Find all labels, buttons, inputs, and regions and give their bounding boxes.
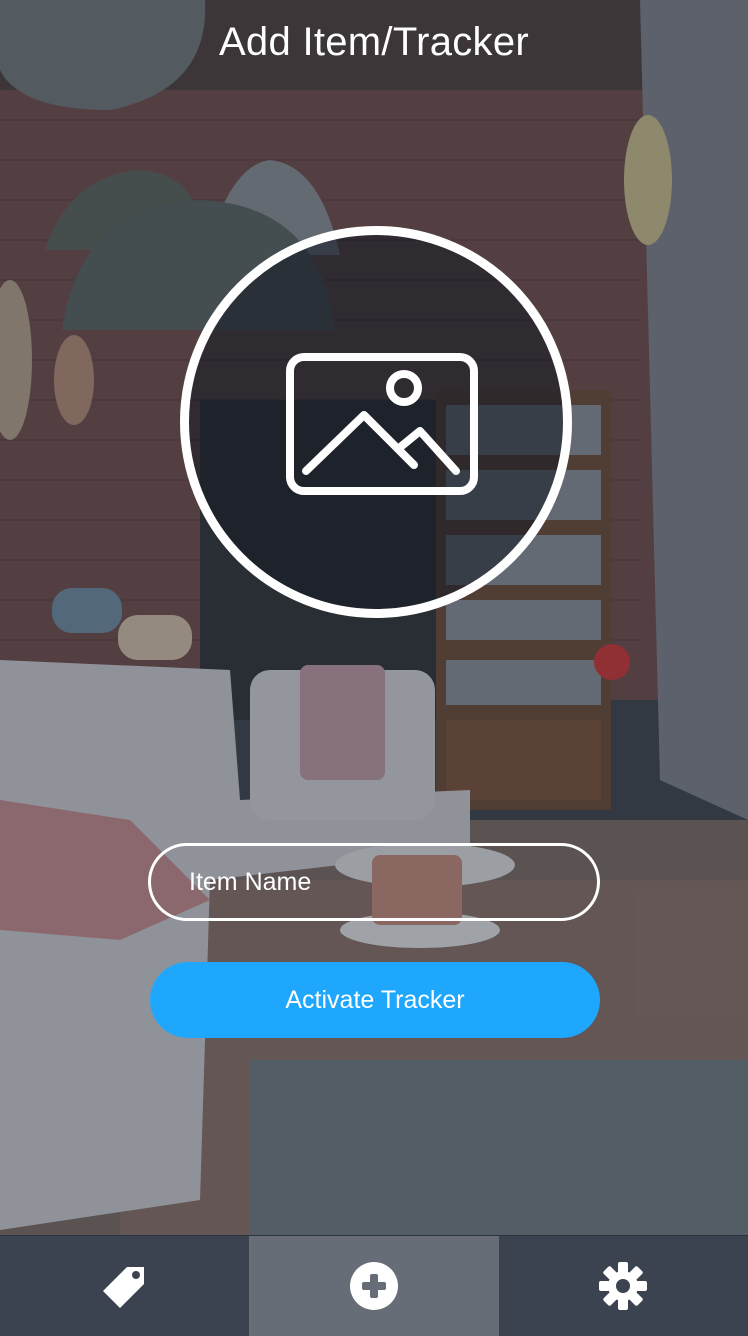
gear-icon xyxy=(599,1262,648,1310)
tab-settings[interactable] xyxy=(499,1236,748,1336)
photo-picker[interactable] xyxy=(180,226,572,618)
bottom-tab-bar xyxy=(0,1235,748,1336)
add-circle-icon xyxy=(349,1262,398,1310)
page-title: Add Item/Tracker xyxy=(218,20,530,64)
tag-icon xyxy=(102,1267,144,1308)
image-icon xyxy=(286,353,478,495)
tab-items[interactable] xyxy=(0,1236,249,1336)
tab-add[interactable] xyxy=(249,1236,499,1336)
activate-tracker-button[interactable]: Activate Tracker xyxy=(150,962,600,1038)
item-name-input[interactable] xyxy=(148,843,600,921)
